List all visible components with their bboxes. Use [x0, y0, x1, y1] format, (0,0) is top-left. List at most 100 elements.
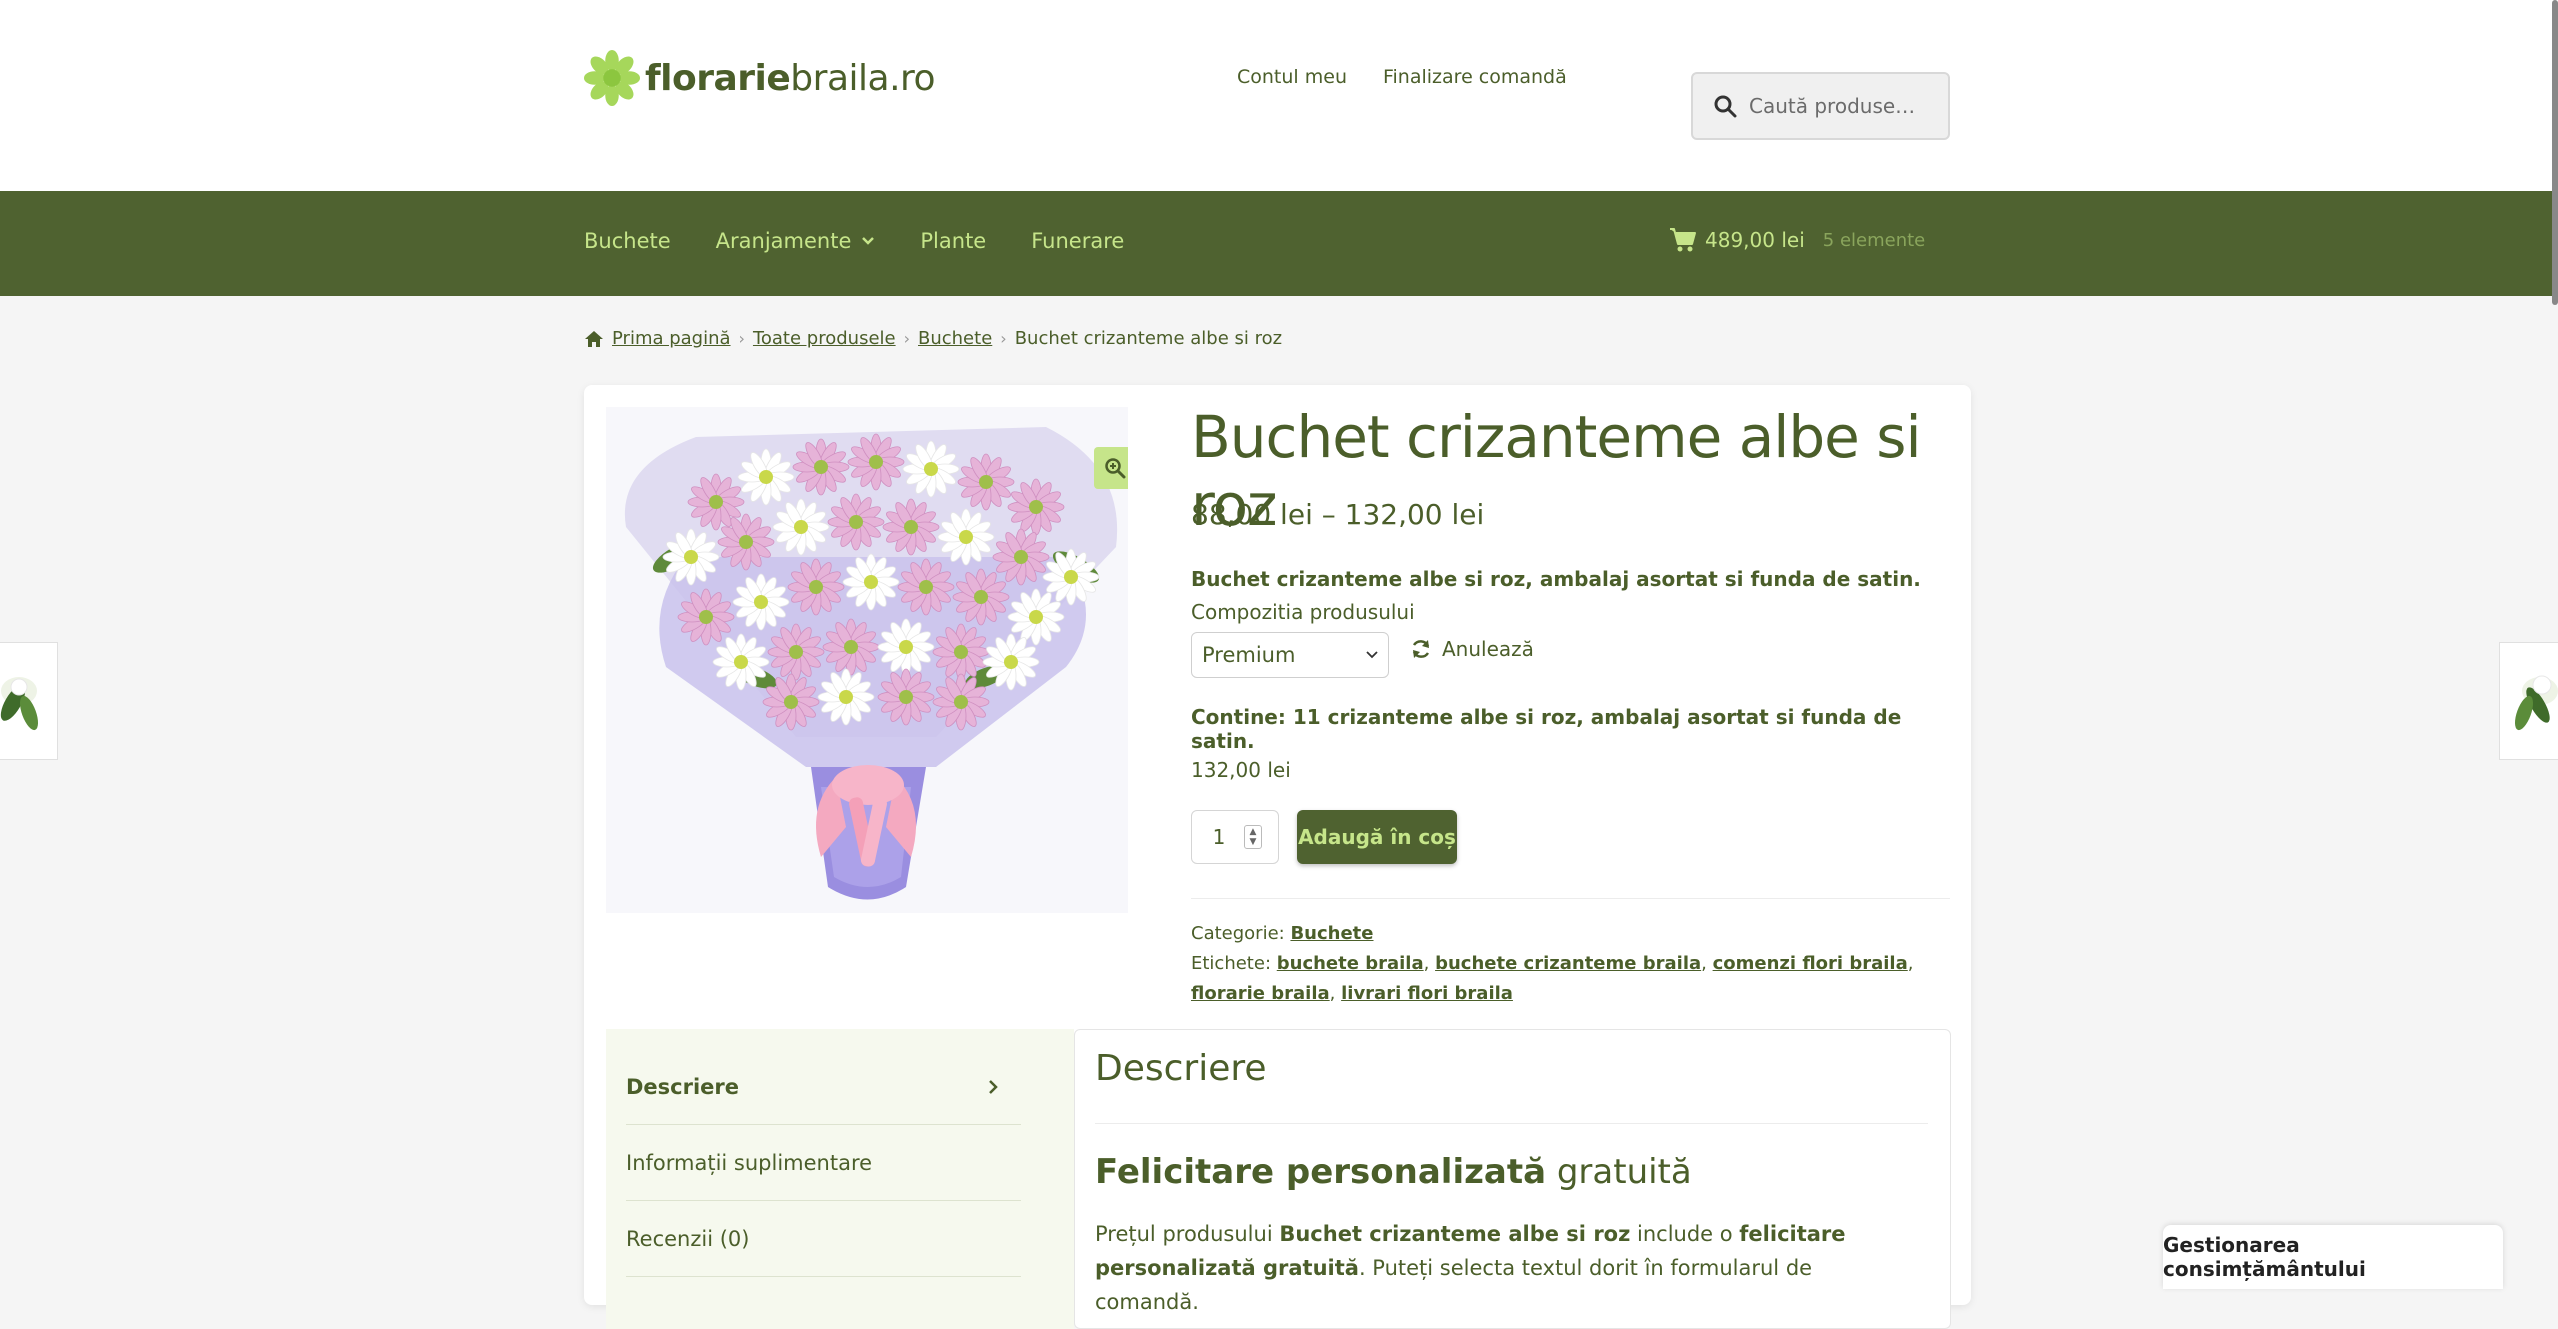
description-heading: Descriere — [1095, 1048, 1267, 1089]
tab-label: Descriere — [626, 1074, 740, 1099]
flower-center — [709, 495, 723, 509]
nav-item-label: Funerare — [1031, 229, 1125, 253]
greeting-card-heading: Felicitare personalizată gratuită — [1095, 1152, 1692, 1192]
flower-center — [814, 460, 828, 474]
flower-center — [739, 535, 753, 549]
next-product-thumbnail[interactable] — [2499, 642, 2558, 760]
breadcrumb-separator: › — [1000, 329, 1007, 348]
quantity-input[interactable] — [1208, 824, 1230, 850]
nav-item-label: Buchete — [584, 229, 671, 253]
home-icon — [585, 330, 603, 347]
flower-center — [844, 640, 858, 654]
nav-item-funerare[interactable]: Funerare — [1031, 229, 1124, 253]
product-image[interactable] — [606, 407, 1128, 913]
product-contents: Contine: 11 crizanteme albe si roz, amba… — [1191, 705, 1902, 753]
tags-label: Etichete: — [1191, 953, 1272, 974]
search-box[interactable] — [1691, 72, 1950, 140]
flower-center — [809, 580, 823, 594]
description-panel: Descriere Felicitare personalizată gratu… — [1074, 1029, 1951, 1329]
nav-item-aranjamente[interactable]: Aranjamente — [716, 229, 876, 253]
flower-center — [839, 690, 853, 704]
flower-center — [1029, 500, 1043, 514]
quantity-stepper[interactable]: ▲▼ — [1191, 810, 1279, 864]
nav-item-label: Plante — [920, 229, 987, 253]
tab-additional-info[interactable]: Informații suplimentare — [626, 1125, 1021, 1201]
flower-center — [899, 690, 913, 704]
zoom-button[interactable] — [1094, 447, 1128, 489]
cart-count: 5 elemente — [1822, 229, 1926, 251]
tab-label: Recenzii (0) — [626, 1226, 750, 1251]
add-to-cart-button[interactable]: Adaugă în coș — [1297, 810, 1457, 864]
description-text: Prețul produsului Buchet crizanteme albe… — [1095, 1222, 1846, 1314]
flower-center — [1004, 655, 1018, 669]
account-links: Contul meu Finalizare comandă — [1237, 66, 1567, 88]
product-tabs: Descriere Informații suplimentare Recenz… — [606, 1029, 1074, 1329]
flower-center — [759, 470, 773, 484]
chevron-down-icon[interactable]: ▼ — [1250, 837, 1257, 847]
tag-link[interactable]: buchete crizanteme braila — [1435, 953, 1701, 974]
flower-center — [864, 575, 878, 589]
divider — [1095, 1123, 1928, 1124]
bouquet-thumbnail — [0, 677, 39, 731]
tab-description[interactable]: Descriere — [626, 1049, 1021, 1125]
product-card: Buchet crizanteme albe si roz 88,00 lei … — [584, 385, 1971, 1329]
chevron-down-icon — [1366, 651, 1378, 659]
divider — [1191, 898, 1950, 899]
quantity-spinner[interactable]: ▲ ▼ — [1244, 825, 1262, 849]
zoom-in-icon — [1105, 458, 1126, 479]
page-scrollbar[interactable] — [2552, 0, 2558, 305]
flower-center — [849, 515, 863, 529]
flower-center — [1014, 550, 1028, 564]
tag-link[interactable]: livrari flori braila — [1341, 983, 1513, 1004]
breadcrumb-category[interactable]: Buchete — [918, 328, 992, 349]
bouquet-thumbnail — [2514, 675, 2558, 731]
refresh-icon — [1412, 640, 1430, 658]
nav-item-plante[interactable]: Plante — [920, 229, 986, 253]
site-logo[interactable]: florariebraila.ro — [583, 48, 936, 108]
flower-center — [924, 462, 938, 476]
product-tags: Etichete: buchete braila, buchete crizan… — [1191, 953, 1914, 1004]
flower-center — [684, 550, 698, 564]
flower-center — [974, 590, 988, 604]
nav-item-label: Aranjamente — [715, 229, 852, 253]
flower-center — [919, 580, 933, 594]
mini-cart[interactable]: 489,00 lei 5 elemente — [1669, 227, 1925, 253]
checkout-link[interactable]: Finalizare comandă — [1383, 66, 1567, 88]
chevron-down-icon — [862, 237, 875, 245]
tag-link[interactable]: comenzi flori braila — [1713, 953, 1908, 974]
composition-select[interactable]: Premium — [1191, 632, 1389, 678]
site-header: florariebraila.ro Contul meu Finalizare … — [0, 0, 2558, 191]
flower-center — [734, 655, 748, 669]
flower-center — [954, 695, 968, 709]
breadcrumb-separator: › — [903, 329, 910, 348]
tab-reviews[interactable]: Recenzii (0) — [626, 1201, 1021, 1277]
chevron-up-icon[interactable]: ▲ — [1250, 827, 1257, 837]
category-link[interactable]: Buchete — [1290, 923, 1373, 944]
flower-center — [959, 530, 973, 544]
previous-product-thumbnail[interactable] — [0, 642, 58, 760]
nav-item-buchete[interactable]: Buchete — [584, 229, 671, 253]
reset-variation-button[interactable]: Anulează — [1410, 637, 1534, 661]
composition-selected-value: Premium — [1202, 643, 1296, 667]
tag-link[interactable]: florarie braila — [1191, 983, 1330, 1004]
tag-link[interactable]: buchete braila — [1277, 953, 1424, 974]
flower-center — [784, 695, 798, 709]
consent-management-button[interactable]: Gestionarea consimțământului — [2163, 1225, 2503, 1289]
flower-center — [754, 595, 768, 609]
flower-center — [904, 520, 918, 534]
flower-center — [899, 640, 913, 654]
search-input[interactable] — [1747, 93, 1937, 119]
flower-center — [869, 455, 883, 469]
breadcrumb-home[interactable]: Prima pagină — [612, 328, 731, 349]
my-account-link[interactable]: Contul meu — [1237, 66, 1347, 88]
breadcrumb-separator: › — [738, 329, 745, 348]
bouquet-illustration — [624, 427, 1118, 900]
cart-total: 489,00 lei — [1705, 228, 1805, 252]
breadcrumb-all-products[interactable]: Toate produsele — [753, 328, 896, 349]
flower-center — [1064, 570, 1078, 584]
flower-center — [1029, 610, 1043, 624]
variation-price: 132,00 lei — [1191, 758, 1291, 782]
cart-icon — [1670, 228, 1696, 252]
breadcrumb: Prima pagină › Toate produsele › Buchete… — [584, 328, 1282, 349]
product-short-description: Buchet crizanteme albe si roz, ambalaj a… — [1191, 567, 1921, 591]
